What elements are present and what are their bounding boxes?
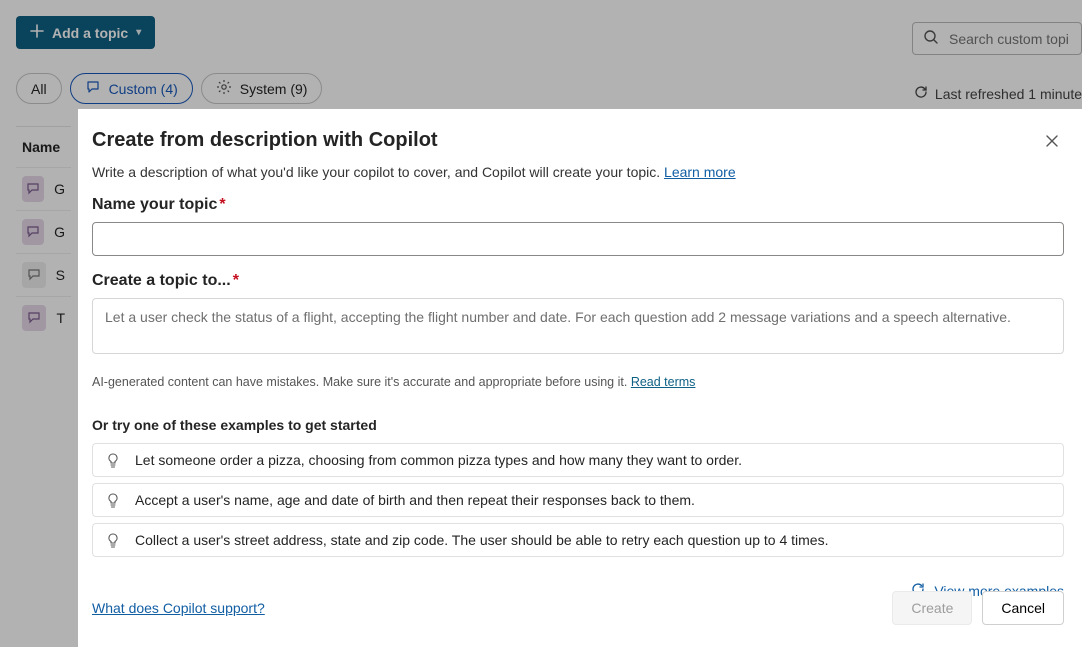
required-indicator: * xyxy=(233,272,239,289)
ai-disclaimer: AI-generated content can have mistakes. … xyxy=(92,375,1064,389)
cancel-button[interactable]: Cancel xyxy=(982,591,1064,625)
create-topic-dialog: Create from description with Copilot Wri… xyxy=(78,109,1082,647)
copilot-support-link[interactable]: What does Copilot support? xyxy=(92,600,265,616)
example-text: Accept a user's name, age and date of bi… xyxy=(135,492,695,508)
name-field-label: Name your topic* xyxy=(92,196,1064,214)
dialog-subtitle: Write a description of what you'd like y… xyxy=(92,164,1064,180)
example-item[interactable]: Let someone order a pizza, choosing from… xyxy=(92,443,1064,477)
example-item[interactable]: Accept a user's name, age and date of bi… xyxy=(92,483,1064,517)
example-text: Let someone order a pizza, choosing from… xyxy=(135,452,742,468)
example-text: Collect a user's street address, state a… xyxy=(135,532,828,548)
examples-heading: Or try one of these examples to get star… xyxy=(92,417,1064,433)
close-icon xyxy=(1044,137,1060,152)
example-item[interactable]: Collect a user's street address, state a… xyxy=(92,523,1064,557)
dialog-title: Create from description with Copilot xyxy=(92,129,438,152)
lightbulb-icon xyxy=(105,532,121,548)
lightbulb-icon xyxy=(105,492,121,508)
read-terms-link[interactable]: Read terms xyxy=(631,375,696,389)
topic-description-input[interactable] xyxy=(92,298,1064,354)
close-button[interactable] xyxy=(1040,129,1064,156)
required-indicator: * xyxy=(219,196,225,213)
description-field-label: Create a topic to...* xyxy=(92,272,1064,290)
create-button[interactable]: Create xyxy=(892,591,972,625)
topic-name-input[interactable] xyxy=(92,222,1064,256)
lightbulb-icon xyxy=(105,452,121,468)
learn-more-link[interactable]: Learn more xyxy=(664,164,736,180)
example-list: Let someone order a pizza, choosing from… xyxy=(92,443,1064,557)
